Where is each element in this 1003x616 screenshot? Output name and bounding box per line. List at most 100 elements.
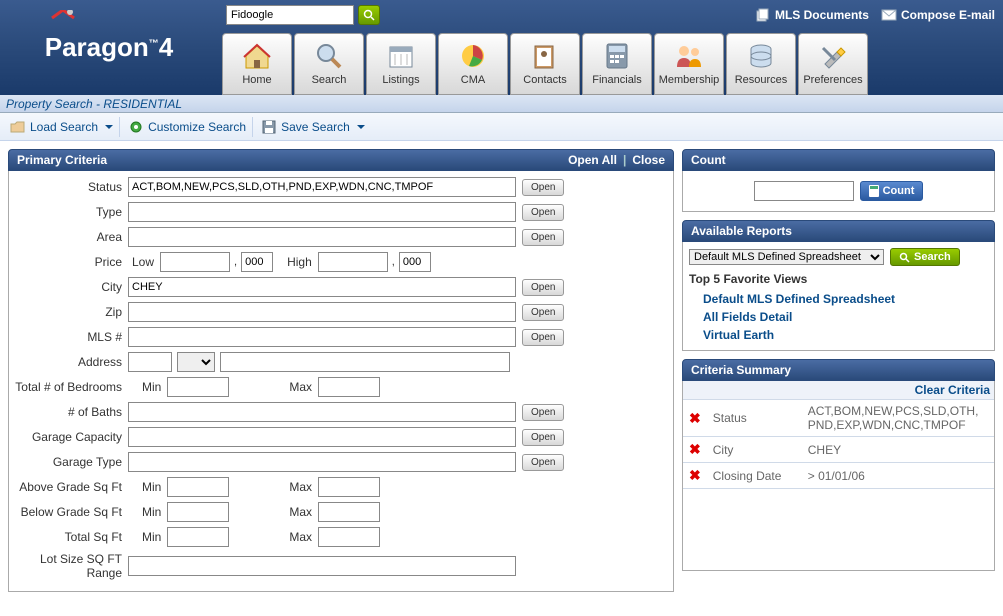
above-sqft-label: Above Grade Sq Ft <box>15 480 128 494</box>
main-panel[interactable]: Primary Criteria Open All | Close Status… <box>0 141 678 616</box>
area-input[interactable] <box>128 227 516 247</box>
fav-view-3[interactable]: Virtual Earth <box>689 326 988 344</box>
mls-open-button[interactable]: Open <box>522 329 564 346</box>
fav-view-1[interactable]: Default MLS Defined Spreadsheet <box>689 290 988 308</box>
nav-membership[interactable]: Membership <box>654 33 724 95</box>
house-roof-icon <box>50 10 76 32</box>
address-dir-select[interactable] <box>177 352 215 372</box>
nav-contacts[interactable]: Contacts <box>510 33 580 95</box>
primary-criteria-body: StatusOpen TypeOpen AreaOpen Price Low ,… <box>8 171 674 592</box>
above-sqft-min-label: Min <box>142 480 161 494</box>
price-high-label: High <box>287 255 312 269</box>
people-icon <box>673 40 705 72</box>
logo-text: Paragon <box>45 32 149 62</box>
remove-city-icon[interactable]: ✖ <box>689 441 701 457</box>
count-title: Count <box>691 153 726 167</box>
garagetype-open-button[interactable]: Open <box>522 454 564 471</box>
summary-status-label: Status <box>707 400 802 437</box>
nav-preferences[interactable]: Preferences <box>798 33 868 95</box>
summary-closing-label: Closing Date <box>707 463 802 489</box>
price-high-thousands[interactable] <box>399 252 431 272</box>
address-num-input[interactable] <box>128 352 172 372</box>
top-links: MLS Documents Compose E-mail <box>755 8 995 22</box>
price-high-input[interactable] <box>318 252 388 272</box>
remove-closing-icon[interactable]: ✖ <box>689 467 701 483</box>
zip-input[interactable] <box>128 302 516 322</box>
quick-search-button[interactable] <box>358 5 380 25</box>
garagecap-open-button[interactable]: Open <box>522 429 564 446</box>
bedrooms-min-input[interactable] <box>167 377 229 397</box>
primary-criteria-panel: Primary Criteria Open All | Close Status… <box>8 149 674 592</box>
reports-select[interactable]: Default MLS Defined Spreadsheet <box>689 249 884 265</box>
compose-email-label: Compose E-mail <box>901 8 995 22</box>
calculator-icon <box>601 40 633 72</box>
price-low-thousands[interactable] <box>241 252 273 272</box>
address-street-input[interactable] <box>220 352 510 372</box>
mls-documents-label: MLS Documents <box>775 8 869 22</box>
quick-search-input[interactable] <box>226 5 354 25</box>
load-search-button[interactable]: Load Search <box>4 117 120 137</box>
fav-view-2[interactable]: All Fields Detail <box>689 308 988 326</box>
mail-icon <box>881 8 897 22</box>
summary-table: ✖ Status ACT,BOM,NEW,PCS,SLD,OTH, PND,EX… <box>683 400 994 489</box>
lotsqft-input[interactable] <box>128 556 516 576</box>
summary-row-city: ✖ City CHEY <box>683 437 994 463</box>
type-input[interactable] <box>128 202 516 222</box>
breadcrumb-bar: Property Search - RESIDENTIAL <box>0 95 1003 113</box>
remove-status-icon[interactable]: ✖ <box>689 410 701 426</box>
status-input[interactable] <box>128 177 516 197</box>
total-sqft-min-input[interactable] <box>167 527 229 547</box>
type-open-button[interactable]: Open <box>522 204 564 221</box>
nav-search[interactable]: Search <box>294 33 364 95</box>
zip-open-button[interactable]: Open <box>522 304 564 321</box>
nav-search-label: Search <box>312 74 347 89</box>
area-open-button[interactable]: Open <box>522 229 564 246</box>
baths-input[interactable] <box>128 402 516 422</box>
total-sqft-max-input[interactable] <box>318 527 380 547</box>
status-open-button[interactable]: Open <box>522 179 564 196</box>
close-panel-link[interactable]: Close <box>632 153 665 167</box>
tools-icon <box>817 40 849 72</box>
database-icon <box>745 40 777 72</box>
city-open-button[interactable]: Open <box>522 279 564 296</box>
save-search-button[interactable]: Save Search <box>255 117 371 137</box>
above-sqft-min-input[interactable] <box>167 477 229 497</box>
garagecap-input[interactable] <box>128 427 516 447</box>
caret-down-icon <box>105 125 113 129</box>
nav-listings[interactable]: Listings <box>366 33 436 95</box>
count-panel: Count Count <box>682 149 995 212</box>
nav-financials[interactable]: Financials <box>582 33 652 95</box>
summary-status-value: ACT,BOM,NEW,PCS,SLD,OTH, PND,EXP,WDN,CNC… <box>802 400 994 437</box>
above-sqft-max-input[interactable] <box>318 477 380 497</box>
nav-cma[interactable]: CMA <box>438 33 508 95</box>
city-input[interactable] <box>128 277 516 297</box>
folder-open-icon <box>10 119 26 135</box>
reports-search-button[interactable]: Search <box>890 248 960 266</box>
total-sqft-label: Total Sq Ft <box>15 530 128 544</box>
nav-resources[interactable]: Resources <box>726 33 796 95</box>
baths-open-button[interactable]: Open <box>522 404 564 421</box>
summary-panel: Criteria Summary Clear Criteria ✖ Status… <box>682 359 995 571</box>
mls-input[interactable] <box>128 327 516 347</box>
gear-icon <box>128 119 144 135</box>
content-area: Primary Criteria Open All | Close Status… <box>0 141 1003 616</box>
nav-home[interactable]: Home <box>222 33 292 95</box>
reports-title: Available Reports <box>691 224 792 238</box>
open-all-link[interactable]: Open All <box>568 153 617 167</box>
price-low-input[interactable] <box>160 252 230 272</box>
bedrooms-max-input[interactable] <box>318 377 380 397</box>
count-button[interactable]: Count <box>860 181 924 201</box>
logo-version: 4 <box>159 32 173 62</box>
below-sqft-max-input[interactable] <box>318 502 380 522</box>
clear-criteria-link[interactable]: Clear Criteria <box>683 381 994 400</box>
below-sqft-min-input[interactable] <box>167 502 229 522</box>
below-sqft-label: Below Grade Sq Ft <box>15 505 128 519</box>
lotsqft-label: Lot Size SQ FT Range <box>15 552 128 580</box>
summary-title: Criteria Summary <box>691 363 791 377</box>
garagetype-input[interactable] <box>128 452 516 472</box>
type-label: Type <box>15 205 128 219</box>
mls-documents-link[interactable]: MLS Documents <box>755 8 869 22</box>
customize-search-button[interactable]: Customize Search <box>122 117 253 137</box>
compose-email-link[interactable]: Compose E-mail <box>881 8 995 22</box>
count-result-input[interactable] <box>754 181 854 201</box>
